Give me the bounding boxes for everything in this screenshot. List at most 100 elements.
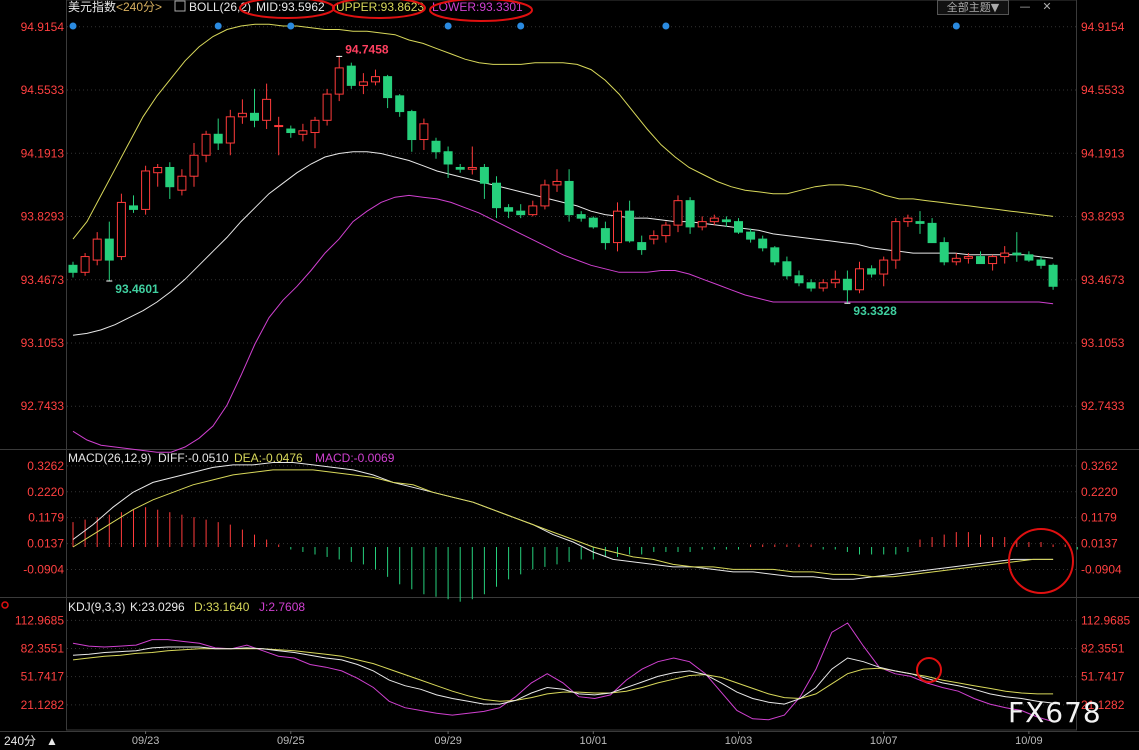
kdj-tick-left: 112.9685 — [15, 613, 64, 627]
candle-body — [237, 112, 247, 118]
kdj-tick-left: 21.1282 — [21, 698, 65, 712]
footer-period[interactable]: 240分 — [4, 734, 36, 748]
price-tick-right: 94.9154 — [1081, 20, 1125, 34]
macd-label: MACD(26,12,9) — [68, 451, 151, 465]
candle — [286, 125, 296, 138]
macd-tick-left: 0.2220 — [27, 485, 64, 499]
candle-body — [322, 93, 332, 121]
candle-body — [80, 256, 90, 273]
candle-body — [334, 67, 344, 95]
date-tick-label: 10/09 — [1015, 735, 1043, 747]
price-tick-right: 93.8293 — [1081, 210, 1125, 224]
date-tick-label: 10/07 — [870, 735, 898, 747]
boll-lower-line — [72, 194, 1054, 453]
price-tick-right: 93.4673 — [1081, 273, 1125, 287]
footer-arrow-icon[interactable]: ▲ — [46, 734, 58, 748]
candle — [649, 230, 659, 245]
candle — [588, 216, 598, 229]
candle-body — [262, 98, 272, 121]
price-annotation: 93.3328 — [853, 304, 897, 318]
candle-body — [189, 154, 199, 177]
candle — [492, 176, 501, 219]
candle-body — [431, 140, 441, 153]
macd-tick-left: -0.0904 — [23, 562, 64, 576]
candle — [879, 256, 889, 287]
signal-dot — [444, 22, 452, 30]
candle — [637, 235, 647, 255]
candle — [274, 116, 284, 156]
candle — [806, 279, 816, 292]
candle-body — [806, 282, 816, 289]
candle — [951, 253, 961, 266]
candle — [189, 143, 199, 187]
candle-body — [552, 180, 562, 186]
macd-diff-value: DIFF:-0.0510 — [158, 451, 229, 465]
candle-body — [528, 205, 538, 216]
macd-dea-line — [72, 469, 1054, 578]
candle-body — [358, 81, 368, 86]
candle-body — [479, 166, 489, 184]
candle — [915, 211, 925, 234]
candle — [153, 163, 163, 187]
candle — [746, 228, 756, 243]
symbol-label: 美元指数 — [68, 0, 116, 14]
candle-body — [310, 119, 320, 134]
candles: 94.7458 93.4601 93.3328 — [68, 42, 1058, 318]
candle — [431, 137, 441, 159]
candle — [540, 179, 550, 210]
candle — [673, 195, 683, 233]
price-annotation: 94.7458 — [345, 42, 389, 56]
candle-body — [600, 228, 610, 244]
macd-tick-right: -0.0904 — [1081, 562, 1122, 576]
candle — [697, 216, 707, 231]
candle-body — [613, 210, 622, 244]
price-tick-left: 93.1053 — [21, 336, 65, 350]
candle-body — [92, 238, 102, 261]
macd-tick-left: 0.3262 — [27, 459, 64, 473]
minimize-icon[interactable]: — — [1018, 0, 1032, 13]
candle — [334, 55, 344, 102]
date-tick-label: 09/23 — [132, 735, 160, 747]
macd-macd-value: MACD:-0.0069 — [315, 451, 395, 465]
candle-body — [770, 247, 780, 263]
signal-dot — [662, 22, 670, 30]
candle-body — [988, 256, 998, 265]
boll-toggle-icon[interactable] — [174, 0, 186, 12]
kdj-j-line — [72, 622, 1054, 723]
candle — [685, 197, 695, 234]
candle — [479, 163, 489, 199]
candle-body — [201, 133, 211, 156]
price-tick-left: 94.1913 — [21, 146, 65, 160]
candle — [92, 232, 102, 266]
candle-body — [842, 278, 852, 291]
candle-body — [540, 184, 550, 207]
candle-body — [1024, 254, 1034, 261]
chevron-down-icon: ▼ — [990, 1, 1000, 14]
candle-body — [903, 217, 913, 223]
candle-body — [576, 214, 586, 219]
candle — [371, 69, 380, 86]
candle-body — [407, 111, 417, 141]
signal-dot — [69, 22, 77, 30]
candle — [455, 163, 465, 173]
candle — [903, 214, 913, 227]
candle — [891, 218, 901, 269]
kdj-tick-right: 112.9685 — [1081, 613, 1130, 627]
candle-body — [758, 238, 768, 249]
candle-body — [371, 76, 380, 83]
candle-body — [818, 282, 828, 289]
signal-dot — [287, 22, 295, 30]
candle-body — [564, 180, 574, 216]
theme-dropdown[interactable]: 全部主题▼ — [937, 0, 1009, 15]
theme-button-label: 全部主题 — [946, 1, 991, 14]
candle-body — [855, 268, 864, 291]
highlight-circle-kdj — [916, 657, 942, 683]
candle-body — [939, 242, 949, 263]
kdj-tick-left: 51.7417 — [21, 670, 65, 684]
candle — [528, 200, 538, 217]
candle — [104, 221, 114, 282]
candle-body — [649, 235, 659, 240]
candle — [939, 237, 949, 266]
close-icon[interactable]: ✕ — [1040, 0, 1054, 13]
candle — [855, 261, 864, 294]
